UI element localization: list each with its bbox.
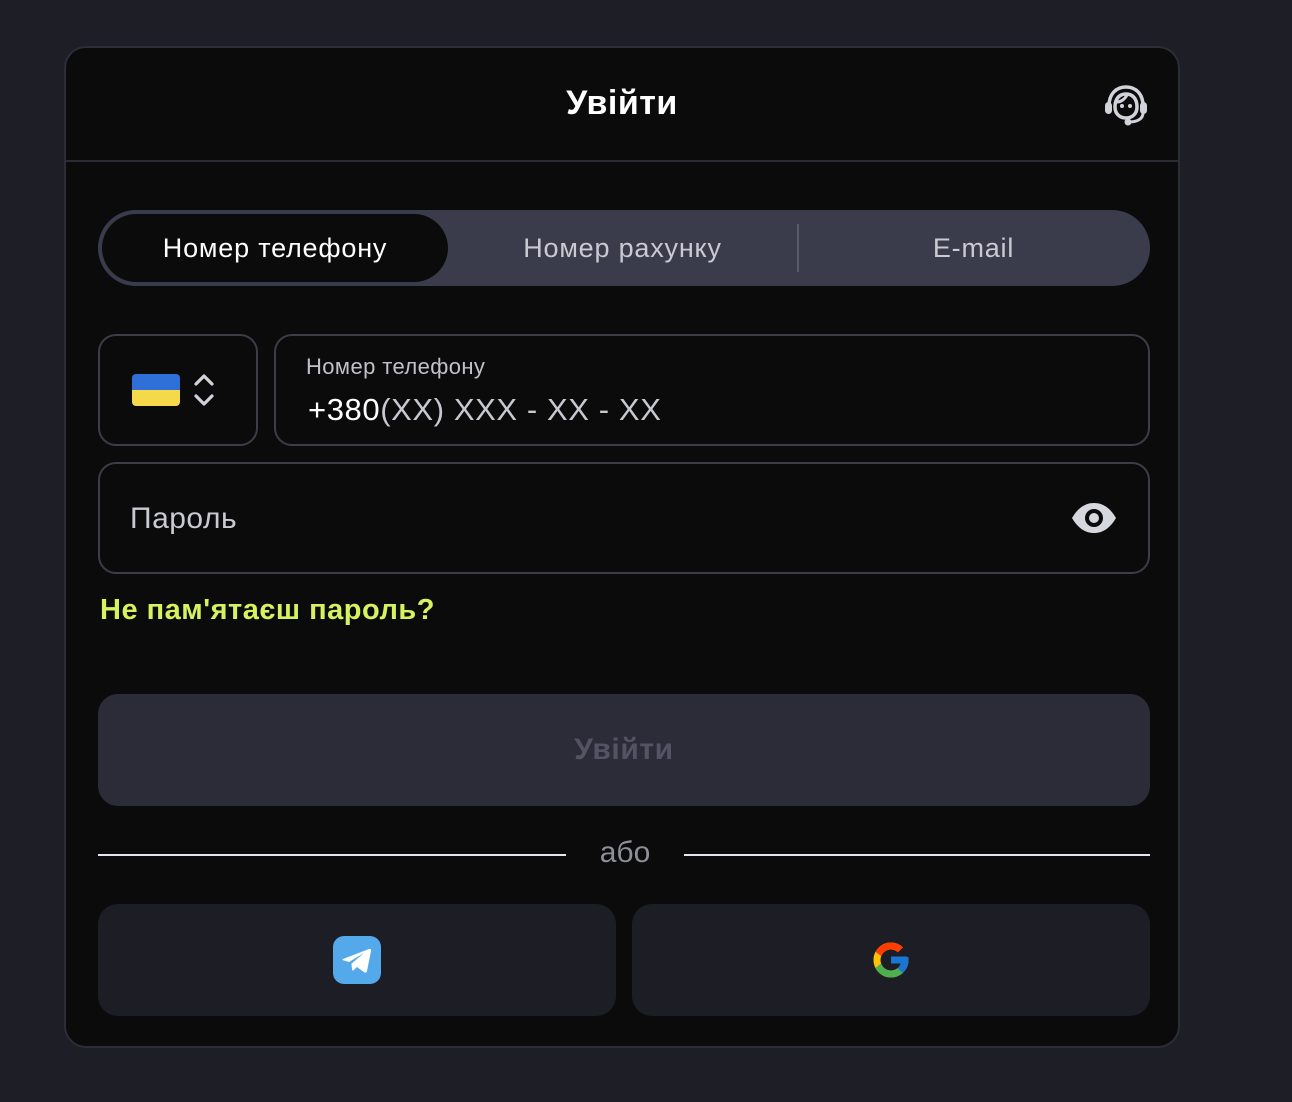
tab-account-number[interactable]: Номер рахунку <box>448 210 797 286</box>
password-input[interactable]: Пароль <box>98 462 1150 574</box>
telegram-login-button[interactable] <box>98 904 616 1016</box>
tab-phone-number[interactable]: Номер телефону <box>102 214 448 282</box>
eye-icon <box>1072 503 1116 533</box>
phone-prefix: +380 <box>308 392 381 427</box>
login-submit-button[interactable]: Увійти <box>98 694 1150 806</box>
tab-email[interactable]: E-mail <box>799 210 1148 286</box>
password-placeholder: Пароль <box>130 502 238 535</box>
google-icon <box>873 942 909 978</box>
forgot-password-link[interactable]: Не пам'ятаєш пароль? <box>100 594 435 627</box>
phone-input-label: Номер телефону <box>306 354 486 379</box>
login-modal: Увійти Номер телефону Номер рахунку E-ma… <box>64 46 1180 1048</box>
phone-mask: (XX) XXX - XX - XX <box>380 392 662 427</box>
phone-input-value: +380(XX) XXX - XX - XX <box>308 392 661 428</box>
support-button[interactable] <box>1102 82 1150 128</box>
telegram-icon <box>333 936 381 984</box>
divider-line-right <box>684 854 1150 856</box>
modal-title: Увійти <box>566 84 678 122</box>
phone-input[interactable]: Номер телефону +380(XX) XXX - XX - XX <box>274 334 1150 446</box>
support-headset-icon <box>1105 85 1147 126</box>
divider-or-text: або <box>599 836 651 869</box>
country-code-selector[interactable] <box>98 334 258 446</box>
ukraine-flag-icon <box>132 374 180 406</box>
google-login-button[interactable] <box>632 904 1150 1016</box>
modal-header: Увійти <box>66 48 1178 162</box>
divider-line-left <box>98 854 566 856</box>
chevron-up-down-icon <box>194 374 214 406</box>
login-method-tabs: Номер телефону Номер рахунку E-mail <box>98 210 1150 286</box>
show-password-button[interactable] <box>1070 498 1118 538</box>
